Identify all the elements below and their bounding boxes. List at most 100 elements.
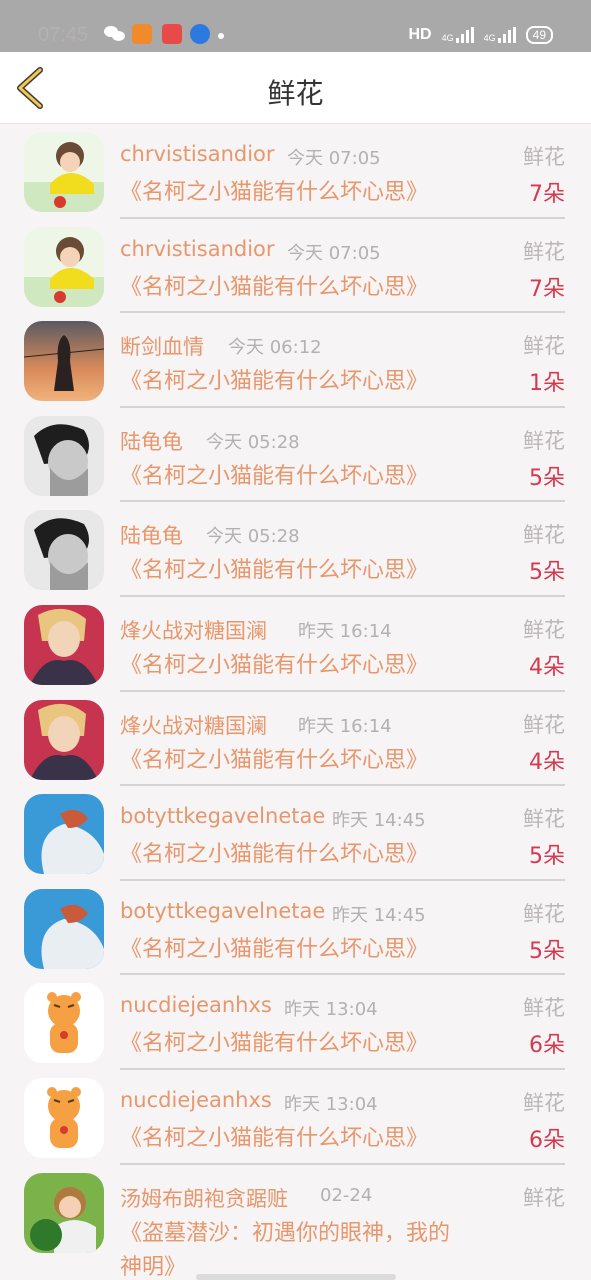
avatar[interactable] bbox=[24, 604, 104, 685]
book-title-link[interactable]: 《名柯之小猫能有什么坏心思》 bbox=[120, 554, 460, 588]
gift-type-label: 鲜花 bbox=[523, 712, 565, 737]
list-item[interactable]: nucdiejeanhxs 昨天 13:04 鲜花《名柯之小猫能有什么坏心思》 6朵 bbox=[0, 1070, 591, 1165]
timestamp: 今天 07:05 bbox=[287, 148, 381, 169]
avatar[interactable] bbox=[24, 888, 104, 969]
timestamp: 今天 05:28 bbox=[206, 431, 300, 453]
username[interactable]: 陆龟龟 bbox=[120, 520, 183, 550]
list-item[interactable]: 烽火战对糖国澜 昨天 16:14 鲜花《名柯之小猫能有什么坏心思》 4朵 bbox=[0, 597, 591, 692]
timestamp: 今天 05:28 bbox=[206, 526, 300, 548]
signal-2: 4G bbox=[484, 27, 516, 43]
header-bar: 鲜花 bbox=[0, 52, 591, 124]
timestamp: 昨天 14:45 bbox=[332, 810, 426, 832]
flower-count: 6朵 bbox=[529, 1127, 565, 1153]
book-title-link[interactable]: 《名柯之小猫能有什么坏心思》 bbox=[120, 365, 460, 399]
book-title-link[interactable]: 《名柯之小猫能有什么坏心思》 bbox=[120, 838, 460, 872]
avatar[interactable] bbox=[24, 415, 104, 496]
username[interactable]: 烽火战对糖国澜 bbox=[120, 615, 267, 645]
list-item[interactable]: nucdiejeanhxs 昨天 13:04 鲜花《名柯之小猫能有什么坏心思》 6朵 bbox=[0, 975, 591, 1070]
gift-type-label: 鲜花 bbox=[523, 1090, 565, 1115]
gift-type-label: 鲜花 bbox=[523, 1185, 565, 1210]
book-title-link[interactable]: 《名柯之小猫能有什么坏心思》 bbox=[120, 176, 460, 210]
flower-record-list[interactable]: chrvistisandior 今天 07:05 鲜花 《名柯之小猫能有什么坏心思》 7… bbox=[0, 124, 591, 1280]
avatar[interactable] bbox=[24, 983, 104, 1064]
music-icon bbox=[162, 24, 182, 44]
flower-count: 7朵 bbox=[529, 276, 565, 302]
taobao-icon bbox=[132, 24, 152, 44]
hd-indicator: HD bbox=[408, 26, 432, 43]
book-title-link[interactable]: 《名柯之小猫能有什么坏心思》 bbox=[120, 933, 460, 967]
notification-dot-icon bbox=[218, 33, 224, 39]
username[interactable]: chrvistisandior bbox=[120, 142, 275, 166]
gift-type-label: 鲜花 bbox=[523, 996, 565, 1021]
gift-type-label: 鲜花 bbox=[523, 617, 565, 642]
gift-type-label: 鲜花 bbox=[523, 523, 565, 548]
flower-count: 6朵 bbox=[529, 1033, 565, 1059]
avatar[interactable] bbox=[24, 510, 104, 591]
username[interactable]: 汤姆布朗袍贪踞赃 bbox=[120, 1183, 288, 1213]
timestamp: 昨天 16:14 bbox=[298, 715, 392, 737]
avatar[interactable] bbox=[24, 321, 104, 402]
timestamp: 昨天 14:45 bbox=[332, 904, 426, 926]
list-item[interactable]: 汤姆布朗袍贪踞赃02-24鲜花《盗墓潜沙：初遇你的眼神，我的神明》5朵 bbox=[0, 1165, 591, 1280]
signal-bars-icon bbox=[497, 27, 516, 43]
avatar[interactable] bbox=[24, 1172, 104, 1253]
flower-count: 5朵 bbox=[529, 938, 565, 964]
list-item[interactable]: 陆龟龟 今天 05:28 鲜花《名柯之小猫能有什么坏心思》 5朵 bbox=[0, 408, 591, 503]
flower-count: 5朵 bbox=[529, 844, 565, 870]
flower-count: 5朵 bbox=[529, 465, 565, 491]
timestamp: 昨天 16:14 bbox=[298, 620, 392, 642]
flower-count: 4朵 bbox=[529, 749, 565, 775]
username[interactable]: 陆龟龟 bbox=[120, 426, 183, 456]
username[interactable]: nucdiejeanhxs bbox=[120, 1088, 272, 1112]
list-item[interactable]: 断剑血情 今天 06:12 鲜花《名柯之小猫能有什么坏心思》 1朵 bbox=[0, 313, 591, 408]
flower-count: 7朵 bbox=[529, 182, 565, 207]
book-title-link[interactable]: 《名柯之小猫能有什么坏心思》 bbox=[120, 1027, 460, 1061]
list-item[interactable]: 烽火战对糖国澜 昨天 16:14 鲜花《名柯之小猫能有什么坏心思》 4朵 bbox=[0, 692, 591, 787]
gift-type-label: 鲜花 bbox=[523, 901, 565, 926]
list-item[interactable]: chrvistisandior 今天 07:05 鲜花《名柯之小猫能有什么坏心思》 7… bbox=[0, 219, 591, 314]
book-title-link[interactable]: 《名柯之小猫能有什么坏心思》 bbox=[120, 649, 460, 683]
list-item[interactable]: botyttkegavelnetae 昨天 14:45 鲜花《名柯之小猫能有什么坏心… bbox=[0, 881, 591, 976]
signal-1: 4G bbox=[442, 27, 474, 43]
browser-icon bbox=[190, 24, 210, 44]
gift-type-label: 鲜花 bbox=[523, 239, 565, 264]
list-item[interactable]: chrvistisandior 今天 07:05 鲜花《名柯之小猫能有什么坏心思》 7… bbox=[0, 124, 591, 219]
timestamp: 今天 06:12 bbox=[228, 337, 322, 359]
gift-type-label: 鲜花 bbox=[523, 334, 565, 359]
flower-count: 1朵 bbox=[529, 371, 565, 397]
status-time: 07:45 bbox=[38, 24, 89, 46]
book-title-link[interactable]: 《名柯之小猫能有什么坏心思》 bbox=[120, 271, 460, 305]
timestamp: 今天 07:05 bbox=[287, 242, 381, 264]
status-bar: 07:45 HD 4G 4G 49 bbox=[0, 0, 591, 52]
avatar[interactable] bbox=[24, 1077, 104, 1158]
gift-type-label: 鲜花 bbox=[523, 428, 565, 453]
username[interactable]: botyttkegavelnetae bbox=[120, 899, 325, 923]
home-indicator bbox=[196, 1274, 396, 1280]
list-item[interactable]: botyttkegavelnetae 昨天 14:45 鲜花《名柯之小猫能有什么坏心… bbox=[0, 786, 591, 881]
book-title-link[interactable]: 《名柯之小猫能有什么坏心思》 bbox=[120, 460, 460, 494]
signal-bars-icon bbox=[455, 27, 474, 43]
book-title-link[interactable]: 《盗墓潜沙：初遇你的眼神，我的神明》 bbox=[120, 1217, 460, 1280]
wechat-icon bbox=[104, 26, 126, 43]
timestamp: 昨天 13:04 bbox=[284, 1093, 378, 1115]
gift-type-label: 鲜花 bbox=[523, 807, 565, 832]
username[interactable]: chrvistisandior bbox=[120, 237, 275, 261]
username[interactable]: botyttkegavelnetae bbox=[120, 804, 325, 828]
timestamp: 02-24 bbox=[320, 1184, 373, 1206]
username[interactable]: 烽火战对糖国澜 bbox=[120, 710, 267, 740]
battery-icon: 49 bbox=[525, 26, 553, 44]
list-item[interactable]: 陆龟龟 今天 05:28 鲜花《名柯之小猫能有什么坏心思》 5朵 bbox=[0, 502, 591, 597]
book-title-link[interactable]: 《名柯之小猫能有什么坏心思》 bbox=[120, 1122, 460, 1156]
timestamp: 昨天 13:04 bbox=[284, 999, 378, 1021]
flower-count: 5朵 bbox=[529, 560, 565, 586]
avatar[interactable] bbox=[24, 794, 104, 875]
book-title-link[interactable]: 《名柯之小猫能有什么坏心思》 bbox=[120, 744, 460, 778]
username[interactable]: nucdiejeanhxs bbox=[120, 993, 272, 1017]
gift-type-label: 鲜花 bbox=[523, 145, 565, 169]
avatar[interactable] bbox=[24, 226, 104, 307]
username[interactable]: 断剑血情 bbox=[120, 331, 204, 361]
page-title: 鲜花 bbox=[267, 77, 324, 110]
flower-count: 4朵 bbox=[529, 654, 565, 680]
avatar[interactable] bbox=[24, 132, 104, 212]
avatar[interactable] bbox=[24, 699, 104, 780]
